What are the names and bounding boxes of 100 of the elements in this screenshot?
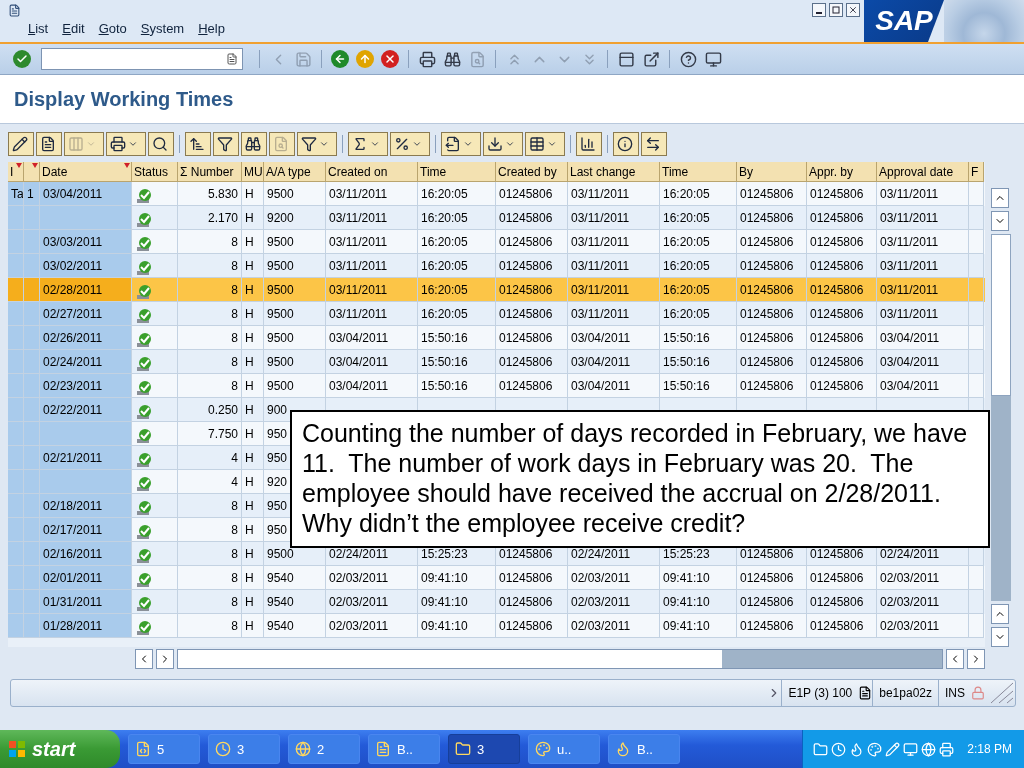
find-button[interactable] <box>442 49 462 69</box>
layout-button[interactable] <box>525 132 565 156</box>
table-row[interactable]: 02/01/2011 8 H 9540 02/03/2011 09:41:10 01245806 02/03/2011 09:41:10 01245806 01245806 02/03/2011 <box>8 566 985 590</box>
column-header[interactable]: A/A type <box>264 162 326 182</box>
filter-button[interactable] <box>213 132 239 156</box>
scrollbar-thumb[interactable] <box>722 650 942 668</box>
menu-item[interactable]: System <box>140 21 185 36</box>
tray-icon[interactable] <box>903 741 919 757</box>
table-cell <box>24 590 40 614</box>
lock-icon <box>971 686 985 700</box>
menu-item[interactable]: Help <box>198 21 225 36</box>
scroll-right-button[interactable] <box>967 649 985 669</box>
scroll-down-button[interactable] <box>991 627 1009 647</box>
tray-icon[interactable] <box>939 741 955 757</box>
table-row[interactable]: 02/24/2011 8 H 9500 03/04/2011 15:50:16 01245806 03/04/2011 15:50:16 01245806 01245806 03/04/2011 <box>8 350 985 374</box>
scroll-left-button[interactable] <box>946 649 964 669</box>
cancel-button[interactable] <box>380 49 400 69</box>
table-row[interactable]: 02/23/2011 8 H 9500 03/04/2011 15:50:16 01245806 03/04/2011 15:50:16 01245806 01245806 03/04/2011 <box>8 374 985 398</box>
column-header[interactable]: MU <box>242 162 264 182</box>
column-header[interactable]: Time <box>660 162 737 182</box>
caret-icon <box>547 139 557 149</box>
check-button[interactable] <box>12 49 32 69</box>
chart-button[interactable] <box>576 132 602 156</box>
column-header[interactable]: F <box>969 162 984 182</box>
back-button[interactable] <box>330 49 350 69</box>
scroll-up-button[interactable] <box>991 188 1009 208</box>
exit-button[interactable] <box>355 49 375 69</box>
scrollbar-track[interactable] <box>177 649 943 669</box>
tray-icon[interactable] <box>831 741 847 757</box>
column-header[interactable]: I <box>8 162 24 182</box>
taskbar-item[interactable]: 3 <box>448 734 520 764</box>
download-button[interactable] <box>483 132 523 156</box>
tray-icon[interactable] <box>921 741 937 757</box>
column-header[interactable]: Approval date <box>877 162 969 182</box>
print-button[interactable] <box>417 49 437 69</box>
taskbar-item[interactable]: 5 <box>128 734 200 764</box>
menu-item[interactable]: Edit <box>62 21 85 36</box>
scroll-left-button[interactable] <box>135 649 153 669</box>
scrollbar-track[interactable] <box>991 234 1011 601</box>
taskbar-item[interactable]: B.. <box>608 734 680 764</box>
scroll-up-button[interactable] <box>991 604 1009 624</box>
taskbar-item[interactable]: u.. <box>528 734 600 764</box>
table-row[interactable]: 01/31/2011 8 H 9540 02/03/2011 09:41:10 01245806 02/03/2011 09:41:10 01245806 01245806 02/03/2011 <box>8 590 985 614</box>
start-button[interactable]: start <box>0 730 120 768</box>
command-field[interactable] <box>41 48 243 70</box>
column-header[interactable]: Last change <box>568 162 660 182</box>
column-header[interactable]: Appr. by <box>807 162 877 182</box>
list-icon[interactable] <box>858 686 873 700</box>
close-button[interactable] <box>846 3 860 17</box>
table-row[interactable]: 02/28/2011 8 H 9500 03/11/2011 16:20:05 01245806 03/11/2011 16:20:05 01245806 01245806 03/11/2011 <box>8 278 985 302</box>
server-name: be1pa02z <box>872 680 938 706</box>
export-button[interactable] <box>441 132 481 156</box>
table-row[interactable]: Ta 1 03/04/2011 5.830 H 9500 03/11/2011 16:20:05 01245806 03/11/2011 16:20:05 01245806 01245806 03/11/2011 <box>8 182 985 206</box>
column-header[interactable]: Date <box>40 162 132 182</box>
shortcut-button[interactable] <box>641 49 661 69</box>
print-preview-button[interactable] <box>106 132 146 156</box>
column-header[interactable]: Created on <box>326 162 418 182</box>
taskbar-item[interactable]: 2 <box>288 734 360 764</box>
table-row[interactable]: 02/27/2011 8 H 9500 03/11/2011 16:20:05 01245806 03/11/2011 16:20:05 01245806 01245806 03/11/2011 <box>8 302 985 326</box>
swap-button[interactable] <box>641 132 667 156</box>
menu-item[interactable]: Goto <box>98 21 127 36</box>
maximize-button[interactable] <box>829 3 843 17</box>
subtotal-button[interactable] <box>390 132 430 156</box>
table-row[interactable]: 03/03/2011 8 H 9500 03/11/2011 16:20:05 01245806 03/11/2011 16:20:05 01245806 01245806 03/11/2011 <box>8 230 985 254</box>
sum-button[interactable] <box>348 132 388 156</box>
table-row[interactable]: 01/28/2011 8 H 9540 02/03/2011 09:41:10 01245806 02/03/2011 09:41:10 01245806 01245806 02/03/2011 <box>8 614 985 638</box>
approved-icon <box>135 259 153 277</box>
tray-icon[interactable] <box>867 741 883 757</box>
search-button[interactable] <box>148 132 174 156</box>
logo: SAP <box>864 0 944 42</box>
column-header[interactable]: Status <box>132 162 178 182</box>
column-header[interactable] <box>24 162 40 182</box>
table-row[interactable]: 03/02/2011 8 H 9500 03/11/2011 16:20:05 01245806 03/11/2011 16:20:05 01245806 01245806 03/11/2011 <box>8 254 985 278</box>
tray-icon[interactable] <box>813 741 829 757</box>
help-button[interactable] <box>678 49 698 69</box>
taskbar-item[interactable]: 3 <box>208 734 280 764</box>
column-header[interactable]: By <box>737 162 807 182</box>
pencil-button[interactable] <box>8 132 34 156</box>
details-button[interactable] <box>36 132 62 156</box>
minimize-button[interactable] <box>812 3 826 17</box>
table-cell <box>8 230 24 254</box>
filter-button[interactable] <box>297 132 337 156</box>
column-header[interactable]: Created by <box>496 162 568 182</box>
print-icon <box>418 50 436 68</box>
find-button[interactable] <box>241 132 267 156</box>
scrollbar-thumb[interactable] <box>991 234 1011 396</box>
new-session-button[interactable] <box>616 49 636 69</box>
sort-button[interactable] <box>185 132 211 156</box>
menu-item[interactable]: List <box>28 21 49 36</box>
info-button[interactable] <box>613 132 639 156</box>
taskbar-item[interactable]: B.. <box>368 734 440 764</box>
scroll-right-button[interactable] <box>156 649 174 669</box>
column-header[interactable]: Σ Number <box>178 162 242 182</box>
table-row[interactable]: 2.170 H 9200 03/11/2011 16:20:05 01245806 03/11/2011 16:20:05 01245806 01245806 03/11/2011 <box>8 206 985 230</box>
column-header[interactable]: Time <box>418 162 496 182</box>
scroll-down-button[interactable] <box>991 211 1009 231</box>
table-row[interactable]: 02/26/2011 8 H 9500 03/04/2011 15:50:16 01245806 03/04/2011 15:50:16 01245806 01245806 03/04/2011 <box>8 326 985 350</box>
table-cell: 02/24/2011 <box>40 350 132 374</box>
close-icon <box>848 5 858 15</box>
tray-icon[interactable] <box>885 741 901 757</box>
